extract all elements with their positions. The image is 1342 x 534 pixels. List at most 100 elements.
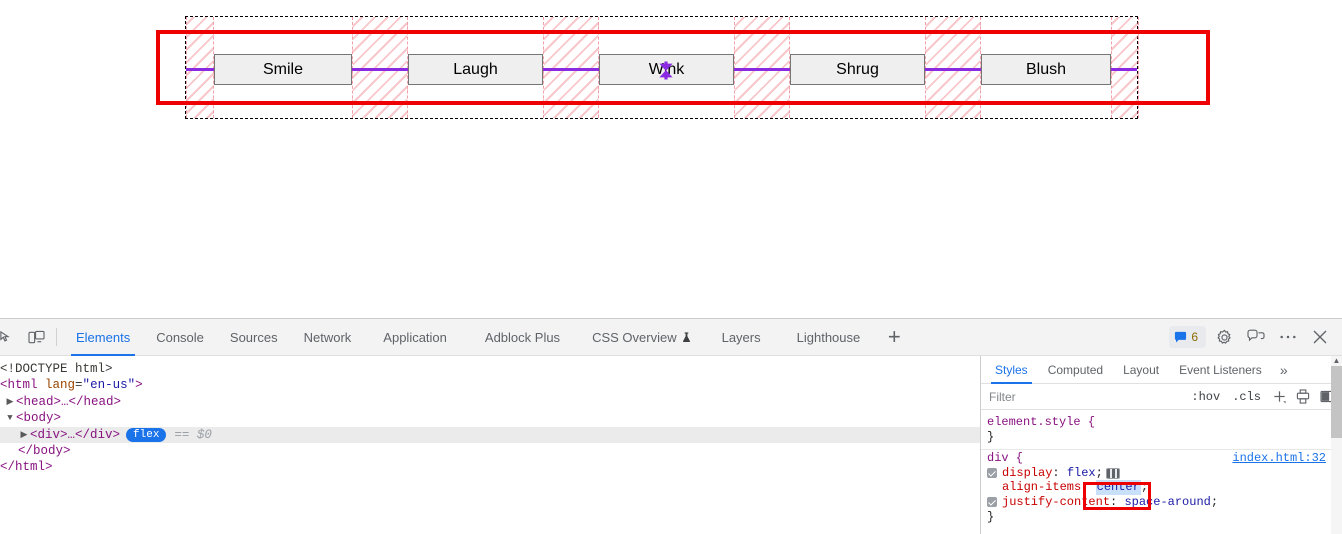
flex-item-smile[interactable]: Smile xyxy=(214,54,352,85)
tab-label: Console xyxy=(156,329,204,345)
toolbar-divider xyxy=(56,328,57,346)
tab-console[interactable]: Console xyxy=(143,319,217,356)
devtools-toolbar-right: 6 xyxy=(1169,323,1342,351)
styles-toolbar: :hov .cls xyxy=(981,384,1342,410)
device-toolbar-icon[interactable] xyxy=(22,323,50,351)
tab-lighthouse[interactable]: Lighthouse xyxy=(779,319,879,356)
styles-scrollbar[interactable]: ▲ xyxy=(1331,356,1342,534)
tab-network[interactable]: Network xyxy=(291,319,365,356)
styles-tabbar: Styles Computed Layout Event Listeners » xyxy=(981,356,1342,384)
tab-css-overview[interactable]: CSS Overview xyxy=(579,319,704,356)
dom-tree-pane[interactable]: <!DOCTYPE html> <html lang = "en-us" > ▶ <h… xyxy=(0,356,980,534)
tab-elements[interactable]: Elements xyxy=(63,319,143,356)
gear-icon[interactable] xyxy=(1210,323,1238,351)
tab-computed[interactable]: Computed xyxy=(1038,356,1113,384)
flex-item-laugh[interactable]: Laugh xyxy=(408,54,543,85)
message-count-badge[interactable]: 6 xyxy=(1169,326,1206,348)
dom-node-text: <head>…</head> xyxy=(16,394,122,409)
declaration-checkbox[interactable] xyxy=(987,468,997,479)
plus-icon[interactable] xyxy=(1268,387,1290,407)
stylesheet-source-link[interactable]: index.html:32 xyxy=(1232,451,1326,466)
plus-icon: + xyxy=(887,324,901,349)
dom-row[interactable]: </html> xyxy=(0,459,980,475)
tab-label: Adblock Plus xyxy=(484,329,561,345)
dom-node-text: <div>…</div> xyxy=(30,427,121,442)
css-value-editing[interactable]: center xyxy=(1095,480,1141,495)
dom-row[interactable]: <!DOCTYPE html> xyxy=(0,361,980,377)
chevron-double-right-icon[interactable]: » xyxy=(1272,356,1296,384)
tab-label: Event Listeners xyxy=(1179,362,1262,377)
flex-editor-icon[interactable] xyxy=(1105,467,1120,479)
tab-layout[interactable]: Layout xyxy=(1113,356,1169,384)
close-icon[interactable] xyxy=(1306,323,1334,351)
tab-application[interactable]: Application xyxy=(364,319,466,356)
tab-label: Styles xyxy=(995,362,1028,377)
tab-label: CSS Overview xyxy=(592,329,677,345)
tab-sources[interactable]: Sources xyxy=(217,319,291,356)
print-media-icon[interactable] xyxy=(1292,387,1314,407)
css-selector[interactable]: div { xyxy=(987,451,1023,466)
dom-row[interactable]: ▶ <head>…</head> xyxy=(0,394,980,410)
flex-item-blush[interactable]: Blush xyxy=(981,54,1111,85)
flex-container-overlay[interactable]: Smile Laugh Wink Shrug Blush xyxy=(185,16,1139,119)
scrollbar-thumb[interactable] xyxy=(1331,366,1342,438)
css-rule-element-style[interactable]: element.style { } xyxy=(981,414,1342,447)
styles-sidebar: Styles Computed Layout Event Listeners »… xyxy=(980,356,1342,534)
css-rules-list[interactable]: element.style { } div { index.html:32 di… xyxy=(981,410,1342,527)
experiment-flask-icon xyxy=(682,331,690,342)
css-declaration-justify-content[interactable]: justify-content: space-around; xyxy=(987,495,1336,510)
tab-label: Elements xyxy=(76,329,131,345)
css-closing-brace: } xyxy=(987,429,995,444)
dom-node-text: </body> xyxy=(18,443,71,458)
tab-label: Sources xyxy=(229,329,278,345)
tab-styles[interactable]: Styles xyxy=(985,356,1038,384)
add-panel-button[interactable]: + xyxy=(878,319,910,356)
tab-layers[interactable]: Layers xyxy=(704,319,779,356)
tab-label: Application xyxy=(383,329,447,345)
css-property[interactable]: display xyxy=(1002,466,1052,481)
dom-row[interactable]: ▼ <body> xyxy=(0,410,980,426)
inspect-element-icon[interactable] xyxy=(0,323,20,351)
cls-button[interactable]: .cls xyxy=(1227,390,1266,404)
dom-row[interactable]: </body> xyxy=(0,443,980,459)
feedback-icon[interactable] xyxy=(1242,323,1270,351)
flex-badge[interactable]: flex xyxy=(126,427,167,442)
css-rule-div[interactable]: div { index.html:32 display: flex; align… xyxy=(981,449,1342,527)
expand-arrow-icon[interactable]: ▶ xyxy=(4,394,16,410)
html-lang-value: en-us xyxy=(90,378,128,393)
selected-node-marker: == $0 xyxy=(174,427,212,442)
kebab-menu-icon[interactable] xyxy=(1274,323,1302,351)
css-declaration-align-items[interactable]: align-items: center; xyxy=(987,480,1336,495)
css-selector[interactable]: element.style { xyxy=(987,415,1095,430)
message-count: 6 xyxy=(1191,330,1198,344)
tab-adblock-plus[interactable]: Adblock Plus xyxy=(466,319,579,356)
tab-label: Lighthouse xyxy=(796,329,861,345)
devtools-tabbar: Elements Console Sources Network Applica… xyxy=(0,319,1342,356)
css-property[interactable]: align-items xyxy=(1002,480,1081,495)
declaration-checkbox[interactable] xyxy=(987,497,997,508)
tab-label: Network xyxy=(303,329,352,345)
browser-viewport: Smile Laugh Wink Shrug Blush xyxy=(0,0,1342,318)
dom-node-text: <body> xyxy=(16,411,62,426)
dom-node-text: <!DOCTYPE html> xyxy=(0,362,113,376)
collapse-arrow-icon[interactable]: ▼ xyxy=(4,410,16,426)
expand-arrow-icon[interactable]: ▶ xyxy=(18,427,30,443)
styles-filter-input[interactable] xyxy=(985,386,1185,407)
tab-label: Layout xyxy=(1123,362,1160,377)
dom-row[interactable]: <html lang = "en-us" > xyxy=(0,377,980,393)
devtools-body: <!DOCTYPE html> <html lang = "en-us" > ▶ <h… xyxy=(0,356,1342,534)
css-value[interactable]: space-around xyxy=(1124,495,1210,510)
css-declaration-display[interactable]: display: flex; xyxy=(987,466,1336,481)
scroll-up-arrow-icon[interactable]: ▲ xyxy=(1332,356,1341,365)
tab-label: Layers xyxy=(721,329,761,345)
dom-row-selected[interactable]: ▶ <div>…</div> flex == $0 xyxy=(0,426,980,443)
dom-node-text: </html> xyxy=(0,460,53,475)
tab-event-listeners[interactable]: Event Listeners xyxy=(1169,356,1272,384)
css-value[interactable]: flex xyxy=(1067,466,1096,481)
flex-item-shrug[interactable]: Shrug xyxy=(790,54,925,85)
devtools-panel: Elements Console Sources Network Applica… xyxy=(0,318,1342,534)
align-items-center-icon xyxy=(659,61,673,80)
css-closing-brace: } xyxy=(987,509,995,524)
css-property[interactable]: justify-content xyxy=(1002,495,1110,510)
hov-button[interactable]: :hov xyxy=(1186,390,1225,404)
